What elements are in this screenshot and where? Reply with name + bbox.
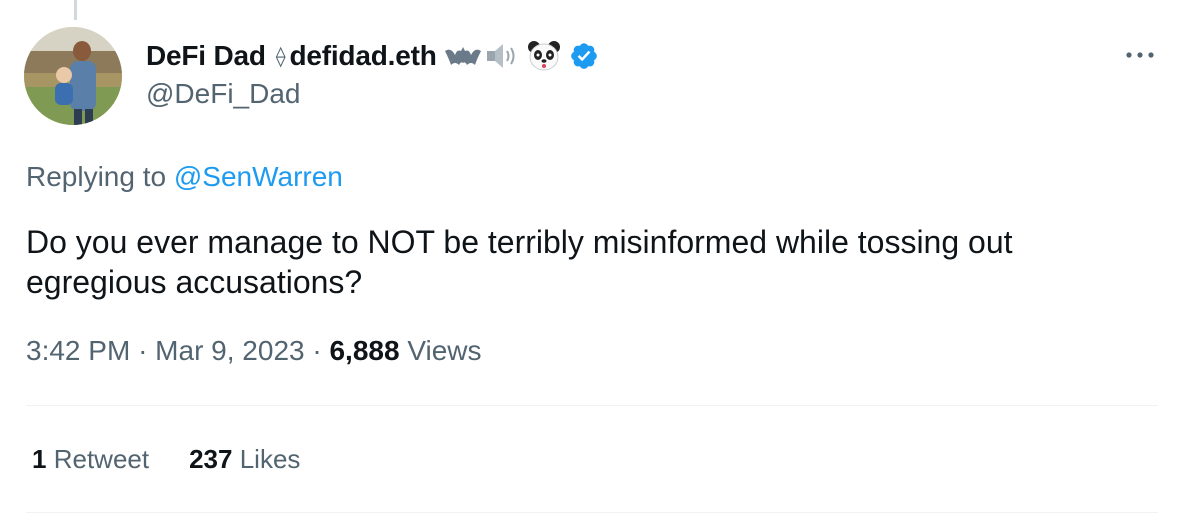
- author-ens-name[interactable]: defidad.eth: [289, 40, 436, 72]
- likes-label: Likes: [239, 444, 301, 474]
- more-options-button[interactable]: [1120, 40, 1160, 70]
- more-options-icon: [1126, 52, 1154, 58]
- tweet-time-link[interactable]: 3:42 PM: [26, 335, 130, 366]
- likes-stat-link[interactable]: 237 Likes: [189, 444, 300, 475]
- avatar[interactable]: [24, 27, 122, 125]
- retweets-count: 1: [32, 444, 47, 474]
- ethereum-icon: ⟠: [275, 45, 286, 68]
- author-name-row[interactable]: DeFi Dad ⟠ defidad.eth: [146, 36, 599, 76]
- replying-to-label: Replying to: [26, 161, 167, 192]
- likes-count: 237: [189, 444, 233, 474]
- panda-emoji-icon: [527, 40, 561, 72]
- retweets-stat-link[interactable]: 1 Retweet: [32, 444, 149, 475]
- meta-separator: ·: [138, 335, 148, 366]
- meta-separator: ·: [312, 335, 322, 366]
- verified-badge-icon[interactable]: [569, 41, 599, 71]
- views-count: 6,888: [329, 335, 400, 366]
- divider: [26, 512, 1158, 513]
- replying-to-line: Replying to @SenWarren: [26, 161, 343, 193]
- author-handle[interactable]: @DeFi_Dad: [146, 78, 300, 110]
- speaker-emoji-icon: [485, 41, 521, 71]
- tweet-text: Do you ever manage to NOT be terribly mi…: [26, 224, 1013, 300]
- views-label: Views: [407, 335, 482, 366]
- tweet-date-link[interactable]: Mar 9, 2023: [155, 335, 304, 366]
- replying-to-mention-link[interactable]: @SenWarren: [174, 161, 343, 192]
- retweets-label: Retweet: [53, 444, 150, 474]
- divider: [26, 405, 1158, 406]
- thread-connector-line: [74, 0, 77, 20]
- bat-emoji-icon: [443, 41, 483, 71]
- avatar-photo: [24, 27, 122, 125]
- tweet-metadata: 3:42 PM · Mar 9, 2023 · 6,888 Views: [26, 335, 482, 367]
- author-display-name[interactable]: DeFi Dad: [146, 40, 266, 72]
- engagement-stats: 1 Retweet 237 Likes: [32, 444, 300, 475]
